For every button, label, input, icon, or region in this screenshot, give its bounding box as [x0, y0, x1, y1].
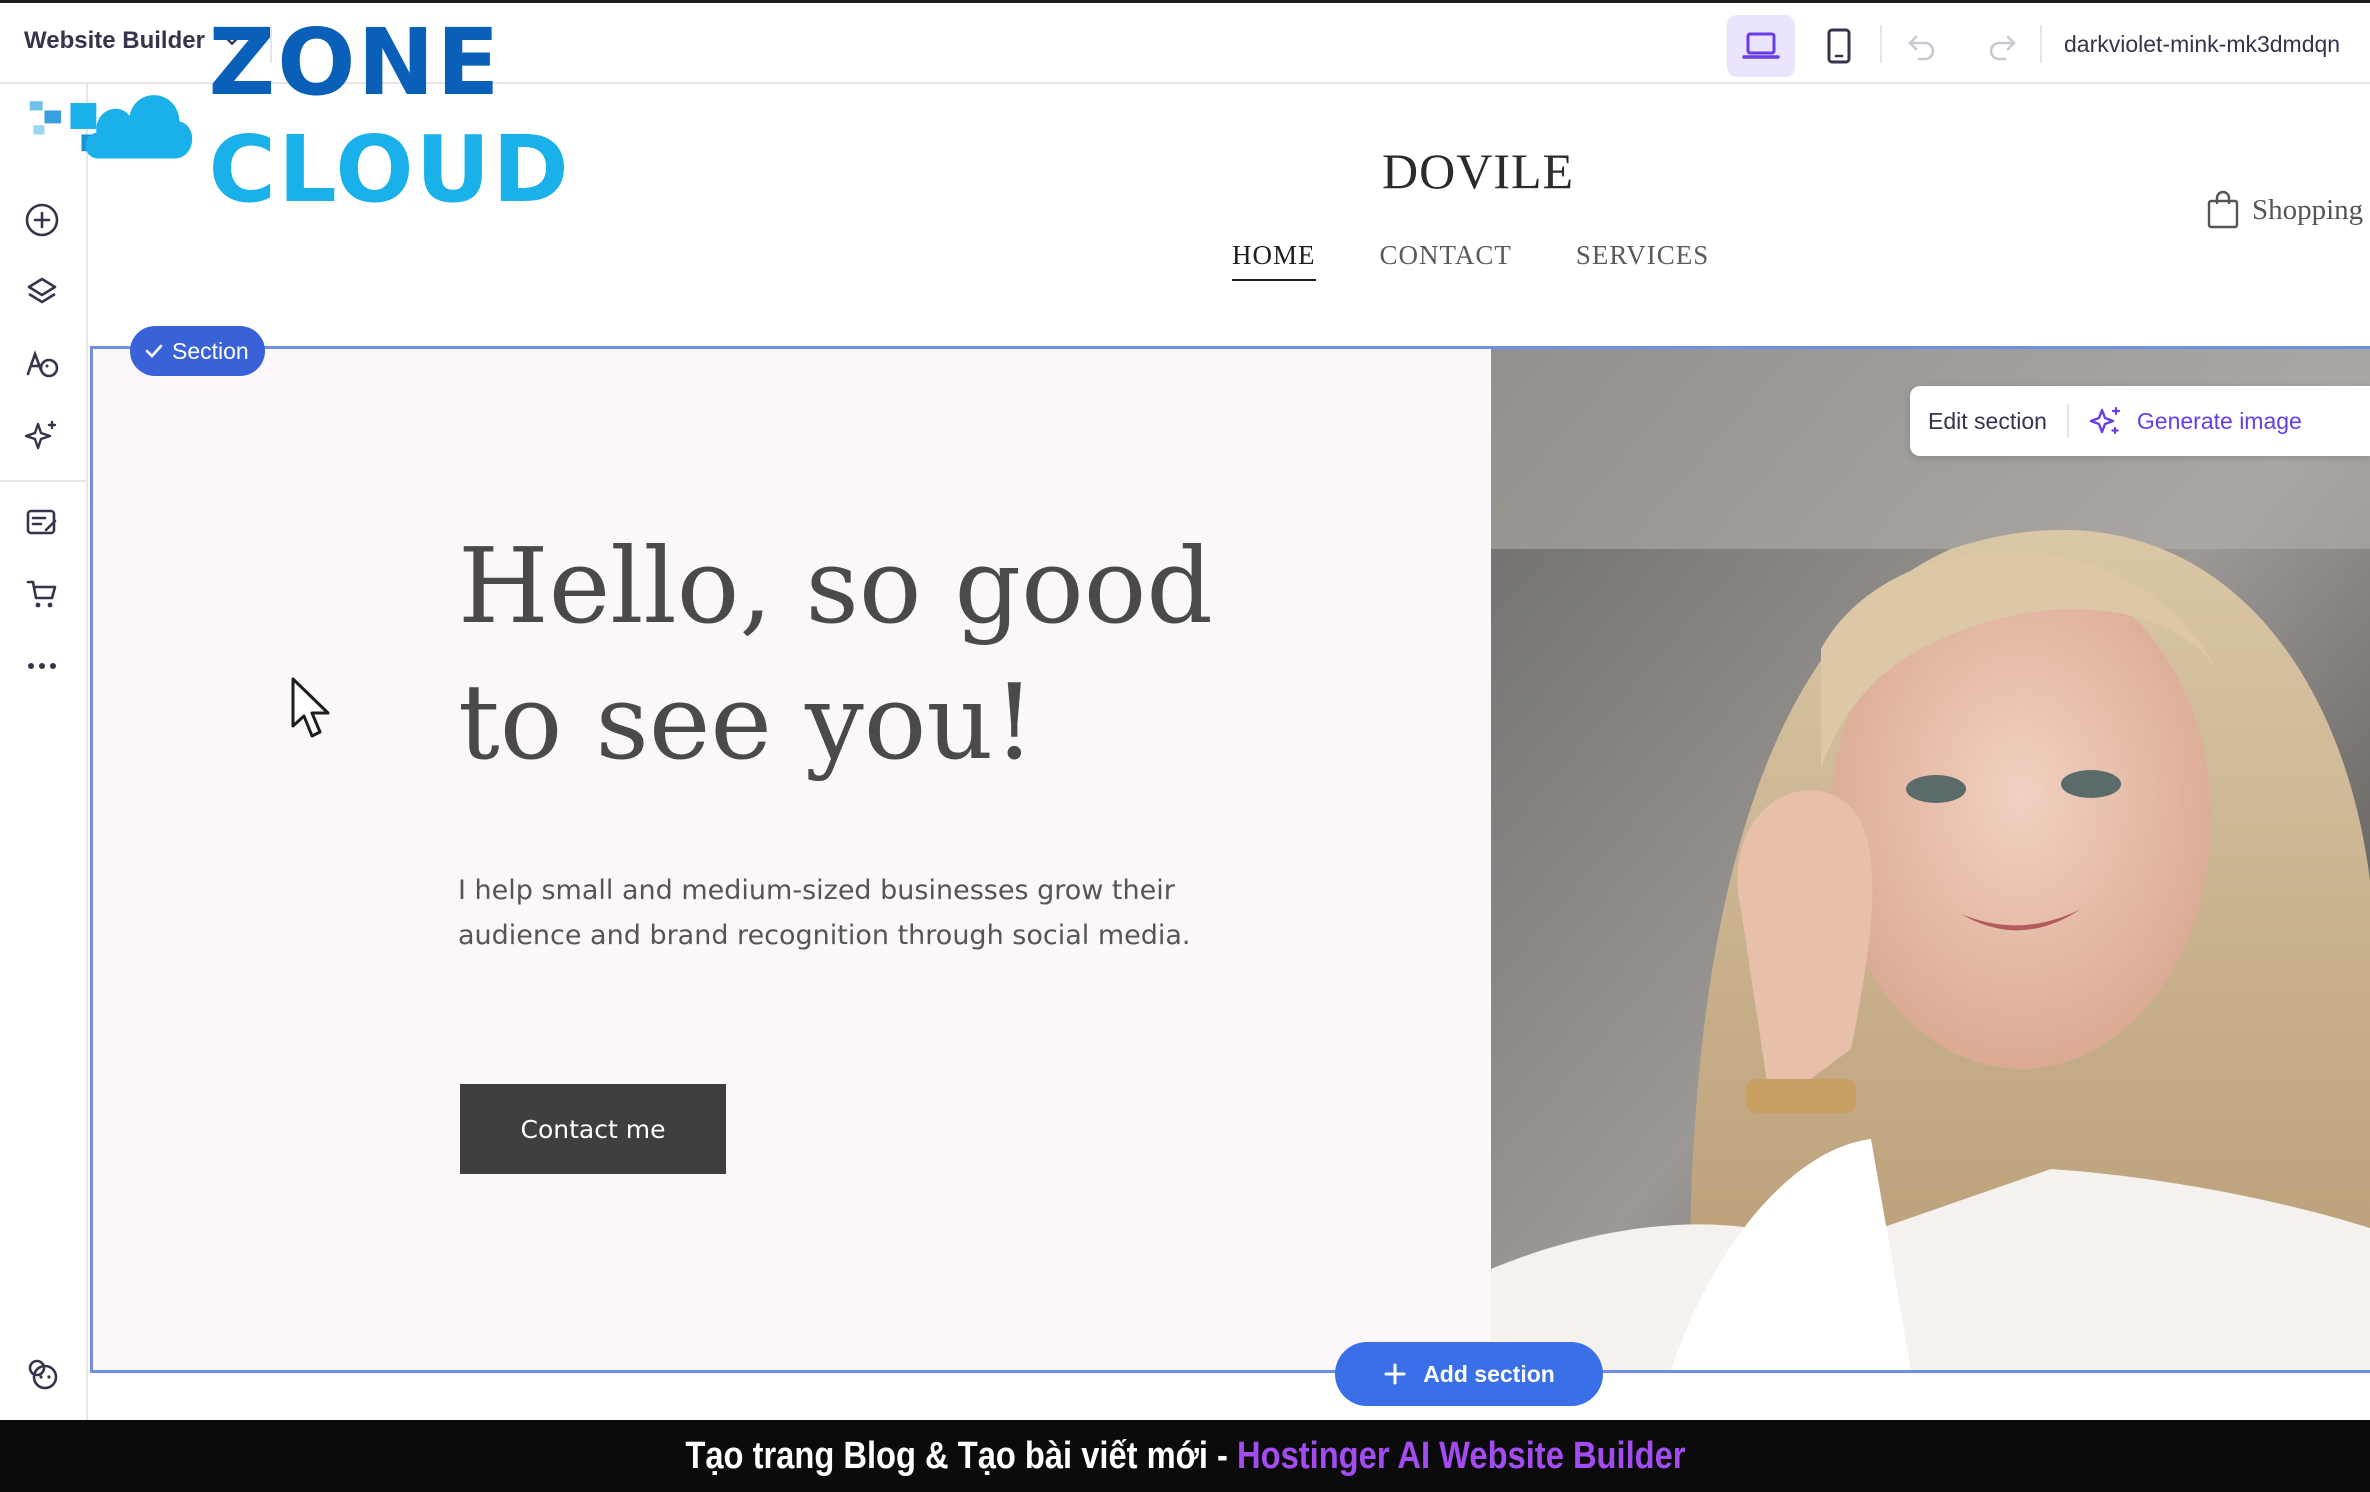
sparkles-icon	[24, 420, 57, 450]
laptop-icon	[1742, 32, 1780, 59]
site-name[interactable]: DOVILE	[1382, 142, 1574, 200]
left-sidebar	[0, 84, 88, 1420]
cart-icon	[26, 580, 57, 608]
layers-button[interactable]	[18, 268, 66, 316]
add-section-label: Add section	[1423, 1360, 1555, 1387]
edit-section-button[interactable]: Edit section	[1928, 408, 2047, 435]
section-badge-label: Section	[172, 337, 249, 364]
plus-circle-icon	[25, 203, 59, 237]
toolbar-divider	[1880, 25, 1882, 63]
sidebar-divider	[0, 480, 88, 482]
site-domain[interactable]: darkviolet-mink-mk3dmdqn	[2064, 31, 2370, 58]
caption-prefix: Tạo trang Blog & Tạo bài viết mới -	[684, 1434, 1237, 1477]
store-button[interactable]	[18, 570, 66, 618]
hero-section[interactable]	[90, 346, 2370, 1373]
toolbar-divider	[2040, 25, 2042, 63]
shopping-bag-icon	[2207, 190, 2239, 229]
logo-wordmark: ZONE CLOUD	[209, 9, 846, 223]
mobile-view-button[interactable]	[1805, 15, 1873, 77]
blog-button[interactable]	[18, 498, 66, 546]
mobile-icon	[1827, 28, 1851, 64]
video-caption: Tạo trang Blog & Tạo bài viết mới - Host…	[685, 1435, 1685, 1478]
styles-button[interactable]	[18, 340, 66, 388]
undo-icon	[1908, 35, 1935, 61]
plus-icon	[1384, 1363, 1406, 1385]
palette-text-icon	[26, 350, 59, 378]
redo-icon	[1989, 35, 2016, 61]
shopping-label: Shopping	[2252, 193, 2364, 226]
chat-bot-icon	[28, 1359, 58, 1390]
nav-item-home[interactable]: HOME	[1232, 240, 1316, 281]
add-element-button[interactable]	[18, 196, 66, 244]
redo-button[interactable]	[1978, 23, 2026, 71]
desktop-view-button[interactable]	[1727, 15, 1795, 77]
portrait-photo	[1491, 349, 2370, 1370]
logo-word-cloud: CLOUD	[208, 116, 571, 223]
caption-accent: Hostinger AI Website Builder	[1236, 1434, 1686, 1477]
hero-description[interactable]: I help small and medium-sized businesses…	[458, 868, 1218, 958]
hero-portrait-image[interactable]	[1491, 349, 2370, 1370]
logo-word-zone: ZONE	[208, 9, 502, 116]
more-dots-icon	[28, 663, 56, 669]
site-navigation: HOME CONTACT SERVICES	[1232, 240, 1709, 281]
section-selected-badge[interactable]: Section	[130, 326, 265, 376]
zone-cloud-logo: ZONE CLOUD	[26, 9, 846, 223]
app-title: Website Builder	[24, 27, 205, 54]
contact-me-button[interactable]: Contact me	[460, 1084, 726, 1174]
generate-image-button[interactable]: Generate image	[2089, 404, 2302, 438]
toolbar-divider	[2066, 404, 2069, 438]
video-caption-bar: Tạo trang Blog & Tạo bài viết mới - Host…	[0, 1420, 2370, 1492]
ai-assistant-button[interactable]	[18, 1350, 66, 1398]
nav-item-services[interactable]: SERVICES	[1576, 240, 1709, 281]
nav-item-contact[interactable]: CONTACT	[1380, 240, 1512, 281]
ai-tools-button[interactable]	[18, 412, 66, 460]
more-button[interactable]	[18, 642, 66, 690]
undo-button[interactable]	[1898, 23, 1946, 71]
blog-edit-icon	[26, 509, 57, 535]
sparkles-icon	[2089, 406, 2121, 435]
section-edit-toolbar: Edit section Generate image	[1910, 386, 2370, 456]
mouse-cursor-icon	[291, 677, 330, 738]
hero-title[interactable]: Hello, so good to see you!	[458, 518, 1278, 790]
check-icon	[145, 344, 163, 358]
add-section-button[interactable]: Add section	[1335, 1342, 1603, 1406]
layers-icon	[27, 277, 57, 304]
generate-image-label: Generate image	[2136, 407, 2302, 434]
cloud-logo-icon	[29, 95, 193, 159]
hero-text-panel	[93, 349, 1491, 1370]
shopping-bag-button[interactable]: Shopping	[2206, 190, 2363, 230]
